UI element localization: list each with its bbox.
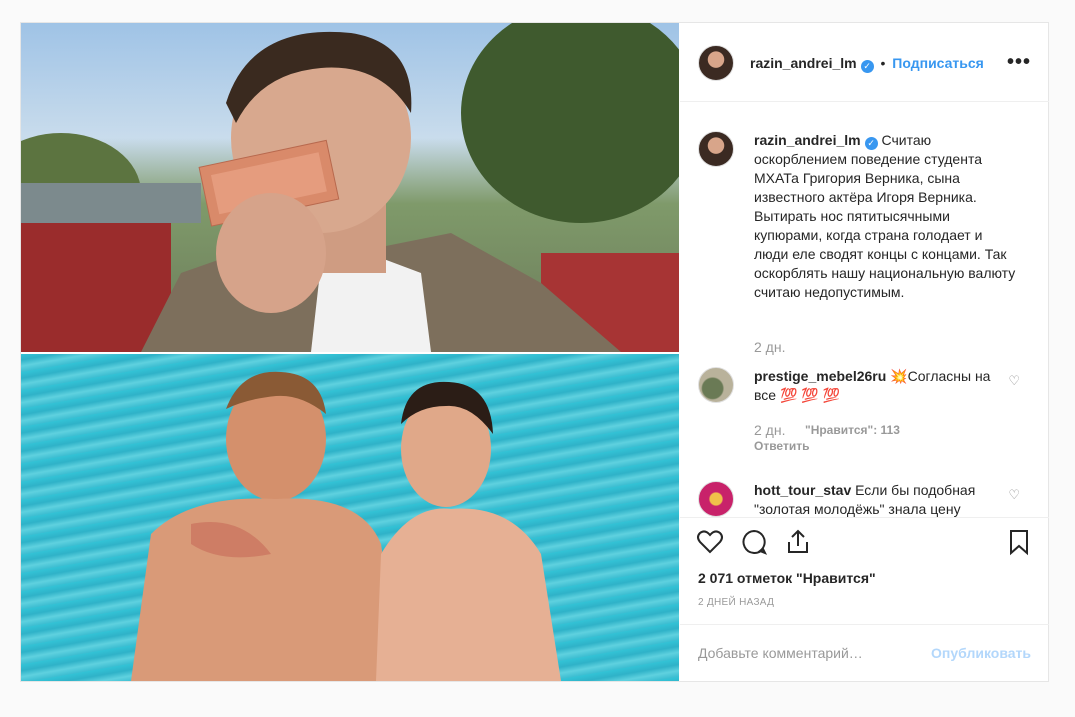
commenter-avatar[interactable] — [698, 367, 734, 403]
reply-button[interactable]: Ответить — [754, 439, 809, 453]
comment-body: prestige_mebel26ru 💥Согласны на все 💯 💯 … — [754, 367, 1016, 405]
post-sidebar: razin_andrei_lm ✓ • Подписаться ••• razin… — [680, 23, 1049, 681]
comment-bubble-icon[interactable] — [740, 528, 768, 556]
photo-man-with-banknote — [21, 23, 679, 352]
bookmark-icon[interactable] — [1005, 528, 1033, 556]
post-header: razin_andrei_lm ✓ • Подписаться ••• — [680, 23, 1049, 102]
caption-username[interactable]: razin_andrei_lm — [754, 132, 861, 148]
commenter-avatar[interactable] — [698, 481, 734, 517]
caption-time[interactable]: 2 дн. — [754, 339, 785, 355]
comment-like-heart-icon[interactable]: ♡ — [1008, 487, 1020, 503]
more-options-icon[interactable]: ••• — [1007, 51, 1031, 74]
caption-body: razin_andrei_lm ✓ Считаю оскорблением пов… — [754, 131, 1016, 302]
comment-item: hott_tour_stav Если бы подобная "золотая… — [698, 481, 1028, 517]
post-actions: 2 071 отметок "Нравится" 2 ДНЕЙ НАЗАД До… — [680, 517, 1049, 681]
photo-two-men-in-water — [21, 354, 679, 681]
caption: razin_andrei_lm ✓ Считаю оскорблением пов… — [698, 127, 1028, 355]
comment-like-heart-icon[interactable]: ♡ — [1008, 373, 1020, 389]
author-avatar[interactable] — [698, 45, 734, 81]
heart-icon[interactable] — [696, 528, 724, 556]
follow-button[interactable]: Подписаться — [892, 55, 984, 71]
comment-likes[interactable]: "Нравится": 113 — [805, 423, 900, 437]
verified-badge-icon: ✓ — [860, 60, 874, 73]
share-icon[interactable] — [784, 528, 812, 556]
caption-text: Считаю оскорблением поведение студента М… — [754, 132, 1016, 300]
comment-time[interactable]: 2 дн. — [754, 422, 785, 438]
comment-item: prestige_mebel26ru 💥Согласны на все 💯 💯 … — [698, 367, 1028, 467]
post-date[interactable]: 2 ДНЕЙ НАЗАД — [698, 597, 774, 608]
comment-body: hott_tour_stav Если бы подобная "золотая… — [754, 481, 1016, 517]
comments-list[interactable]: razin_andrei_lm ✓ Считаю оскорблением пов… — [680, 103, 1049, 517]
comment-username[interactable]: hott_tour_stav — [754, 482, 851, 498]
add-comment-bar: Добавьте комментарий… Опубликовать — [680, 624, 1049, 682]
separator-dot: • — [880, 55, 886, 71]
post-image[interactable] — [21, 23, 679, 681]
like-count[interactable]: 2 071 отметок "Нравится" — [698, 570, 876, 586]
instagram-post: razin_andrei_lm ✓ • Подписаться ••• razin… — [20, 22, 1049, 682]
comment-input[interactable]: Добавьте комментарий… — [698, 645, 863, 661]
publish-button[interactable]: Опубликовать — [931, 645, 1031, 661]
author-line: razin_andrei_lm ✓ • Подписаться — [750, 55, 984, 73]
verified-badge-icon: ✓ — [864, 137, 878, 150]
comment-username[interactable]: prestige_mebel26ru — [754, 368, 886, 384]
author-username[interactable]: razin_andrei_lm — [750, 55, 857, 71]
caption-avatar[interactable] — [698, 131, 734, 167]
